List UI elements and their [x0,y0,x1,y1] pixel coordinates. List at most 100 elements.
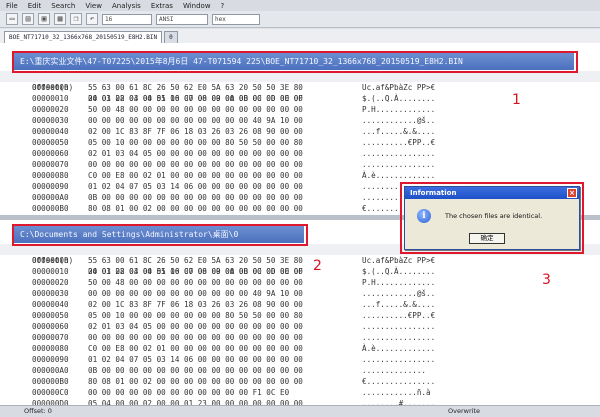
tab-file-0[interactable]: 0 [164,31,178,43]
row-ascii: Uc.af&PbàZc PP>€ [362,256,436,265]
row-ascii: P.H............. [362,105,436,114]
dialog-title-bar: Information × [405,187,579,199]
row-offset: 00000080 [32,344,69,353]
hex-row[interactable]: 00000080 C0 00 E8 00 02 01 00 00 00 00 00… [0,170,600,181]
row-ascii: ............@š.. [362,289,436,298]
hex-row[interactable]: 00000000 55 63 00 61 8C 26 50 62 E0 5A 63… [0,82,600,93]
row-offset: 000000C0 [32,388,69,397]
row-ascii: $.(..Q.À........ [362,94,436,103]
status-bar: Offset: 0 Overwrite [0,405,600,417]
hex-row[interactable]: 00000030 00 00 00 00 00 00 00 00 00 00 00… [0,288,600,299]
row-offset: 000000A0 [32,366,69,375]
row-offset: 00000050 [32,138,69,147]
row-ascii: Uc.af&PbàZc PP>€ [362,83,436,92]
row-bytes: 02 00 1C 83 8F 7F 06 18 03 26 03 26 08 9… [88,300,303,309]
row-bytes: 02 01 03 04 05 00 00 00 00 00 00 00 00 0… [88,149,303,158]
hex-row[interactable]: 00000070 00 00 00 00 00 00 00 00 00 00 00… [0,332,600,343]
dialog-title: Information [410,189,457,197]
hex-row[interactable]: 000000B0 80 08 01 00 02 00 00 00 00 00 00… [0,376,600,387]
row-bytes: 01 02 04 07 05 03 14 06 00 00 00 00 00 0… [88,182,303,191]
hex-row[interactable]: 000000D0 05 04 00 00 02 00 00 01 23 00 00… [0,398,600,405]
row-bytes: 05 00 10 00 00 00 00 00 00 00 80 50 50 0… [88,138,303,147]
row-offset: 00000040 [32,127,69,136]
hex-row[interactable]: 00000030 00 00 00 00 00 00 00 00 00 00 00… [0,115,600,126]
zoom-select[interactable]: 16 [102,13,152,25]
undo-icon[interactable]: ↶ [86,13,98,25]
hex-row[interactable]: 00000040 02 00 1C 83 8F 7F 06 18 03 26 03… [0,126,600,137]
hex-row[interactable]: 000000C0 00 00 00 00 00 00 00 00 00 00 00… [0,387,600,398]
row-ascii: ................ [362,333,436,342]
row-bytes: 05 04 00 00 02 00 00 01 23 00 00 00 00 0… [88,399,303,405]
hex-row[interactable]: 00000010 24 03 28 04 00 51 10 C0 00 00 00… [0,266,600,277]
menu-view[interactable]: View [85,2,102,10]
row-offset: 00000010 [32,94,69,103]
row-offset: 00000040 [32,300,69,309]
hex-row[interactable]: 00000010 24 03 28 04 00 51 10 C0 00 00 00… [0,93,600,104]
row-ascii: $.(..Q.À........ [362,267,436,276]
row-bytes: 02 00 1C 83 8F 7F 06 18 03 26 03 26 08 9… [88,127,303,136]
row-ascii: .............. [362,366,427,375]
hex-row[interactable]: 00000000 55 63 00 61 8C 26 50 62 E0 5A 63… [0,255,600,266]
row-offset: 00000070 [32,333,69,342]
hex-row[interactable]: 00000080 C0 00 E8 00 02 01 00 00 00 00 00… [0,343,600,354]
row-bytes: 0B 00 00 00 00 00 00 00 00 00 00 00 00 0… [88,366,303,375]
row-bytes: 00 00 00 00 00 00 00 00 00 00 00 00 00 0… [88,160,303,169]
menu-bar: File Edit Search View Analysis Extras Wi… [0,0,600,11]
hex-row[interactable]: 00000020 50 00 48 00 00 00 00 00 00 00 00… [0,104,600,115]
menu-file[interactable]: File [6,2,18,10]
row-bytes: 00 00 00 00 00 00 00 00 00 00 00 00 F1 0… [88,388,290,397]
new-file-icon[interactable]: ▭ [6,13,18,25]
tab-bar: BOE_NT71710_32_1366x768_20150519_E8H2.BI… [0,29,600,43]
charset-select[interactable]: ANSI [156,13,208,25]
copy-icon[interactable]: ❐ [70,13,82,25]
annotation-box-top-path [12,51,578,73]
hex-row[interactable]: 00000020 50 00 48 00 00 00 00 00 00 00 00… [0,277,600,288]
menu-extras[interactable]: Extras [151,2,173,10]
hex-row[interactable]: 00000050 05 00 10 00 00 00 00 00 00 00 80… [0,137,600,148]
menu-window[interactable]: Window [183,2,211,10]
hex-row[interactable]: 00000050 05 00 10 00 00 00 00 00 00 00 80… [0,310,600,321]
row-offset: 00000050 [32,311,69,320]
row-offset: 00000060 [32,149,69,158]
tab-bin-file[interactable]: BOE_NT71710_32_1366x768_20150519_E8H2.BI… [4,31,163,43]
dialog-message: The chosen files are identical. [445,212,543,220]
menu-help[interactable]: ? [221,2,225,10]
row-offset: 000000A0 [32,193,69,202]
information-dialog: Information × i The chosen files are ide… [404,186,580,250]
hex-row[interactable]: 00000040 02 00 1C 83 8F 7F 06 18 03 26 03… [0,299,600,310]
hex-row[interactable]: 00000070 00 00 00 00 00 00 00 00 00 00 00… [0,159,600,170]
row-bytes: 01 02 04 07 05 03 14 06 00 00 00 00 00 0… [88,355,303,364]
row-ascii: ............ñ.à [362,388,431,397]
row-bytes: 00 00 00 00 00 00 00 00 00 00 00 00 00 0… [88,333,303,342]
info-icon: i [417,209,431,223]
row-bytes: 0B 00 00 00 00 00 00 00 00 00 00 00 00 0… [88,193,303,202]
hex-row[interactable]: 00000060 02 01 03 04 05 00 00 00 00 00 00… [0,321,600,332]
row-ascii: ................ [362,355,436,364]
row-offset: 00000090 [32,355,69,364]
row-offset: 000000D0 [32,399,69,405]
close-icon[interactable]: × [567,188,577,198]
hex-row[interactable]: 00000060 02 01 03 04 05 00 00 00 00 00 00… [0,148,600,159]
open-folder-icon[interactable]: ▤ [22,13,34,25]
base-select[interactable]: hex [212,13,260,25]
row-offset: 00000030 [32,289,69,298]
hex-row[interactable]: 00000090 01 02 04 07 05 03 14 06 00 00 00… [0,354,600,365]
row-bytes: 50 00 48 00 00 00 00 00 00 00 00 00 00 0… [88,278,303,287]
status-mode: Overwrite [448,407,480,415]
hex-row[interactable]: 000000A0 0B 00 00 00 00 00 00 00 00 00 00… [0,365,600,376]
annotation-marker-2: 2 [313,258,322,274]
row-ascii: ........#....... [362,399,436,405]
print-icon[interactable]: ▦ [54,13,66,25]
ok-button[interactable]: 确定 [469,233,505,244]
row-bytes: 55 63 00 61 8C 26 50 62 E0 5A 63 20 50 5… [88,83,303,92]
row-bytes: 02 01 03 04 05 00 00 00 00 00 00 00 00 0… [88,322,303,331]
row-bytes: C0 00 E8 00 02 01 00 00 00 00 00 00 00 0… [88,344,303,353]
menu-analysis[interactable]: Analysis [112,2,141,10]
menu-search[interactable]: Search [51,2,75,10]
row-offset: 00000030 [32,116,69,125]
row-offset: 00000020 [32,278,69,287]
row-ascii: ...f.....&.&.... [362,127,436,136]
row-ascii: ................ [362,160,436,169]
menu-edit[interactable]: Edit [28,2,42,10]
save-icon[interactable]: ▣ [38,13,50,25]
